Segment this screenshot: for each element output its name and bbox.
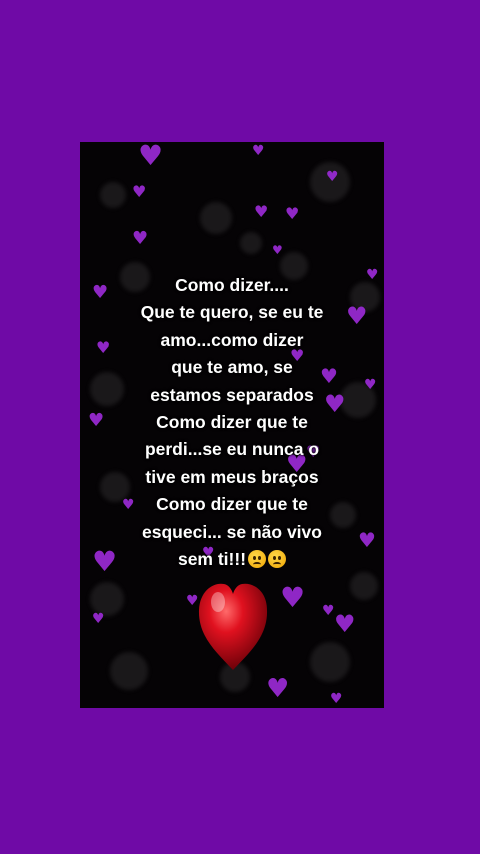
bokeh-light [200,202,232,234]
poem-line: que te amo, se [171,357,293,378]
poem-line: Como dizer que te [156,412,308,433]
small-heart-icon: ♥ [322,603,335,619]
small-heart-icon: ♥ [132,228,149,249]
poem-line: amo...como dizer [160,329,304,350]
small-heart-icon: ♥ [132,182,147,201]
video-frame: ♥ ♥ ♥ ♥ ♥ ♥ ♥ ♥ ♥ ♥ ♥ ♥ ♥ ♥ ♥ ♥ ♥ ♥ ♥ ♥ … [80,142,384,708]
poem-line: Como dizer que te [156,494,308,515]
poem-line: tive em meus braços [145,466,319,487]
bokeh-light [100,182,126,208]
poem-line: esqueci... se não vivo [142,521,322,542]
bokeh-light [110,652,148,690]
poem-line: perdi...se eu nunca o [144,439,320,460]
poem-line: estamos separados [150,384,314,405]
small-heart-icon: ♥ [272,243,283,257]
small-heart-icon: ♥ [280,581,306,614]
page-background: ♥ ♥ ♥ ♥ ♥ ♥ ♥ ♥ ♥ ♥ ♥ ♥ ♥ ♥ ♥ ♥ ♥ ♥ ♥ ♥ … [0,0,480,854]
poem-line-last: sem ti!!! [80,546,384,573]
frowning-face-icon [248,550,267,569]
small-heart-icon: ♥ [285,204,300,223]
small-heart-icon: ♥ [252,143,265,159]
small-heart-icon: ♥ [334,610,356,638]
crying-face-icon [268,550,287,569]
small-heart-icon: ♥ [330,691,343,707]
small-heart-icon: ♥ [138,142,164,172]
poem-text: Como dizer.... Que te quero, se eu te am… [80,272,384,573]
poem-line: Que te quero, se eu te [140,302,324,323]
poem-line: Como dizer.... [175,275,289,295]
bokeh-light [240,232,262,254]
bokeh-light [310,642,350,682]
small-heart-icon: ♥ [92,611,105,627]
small-heart-icon: ♥ [266,674,290,704]
poem-line: sem ti!!! [177,549,247,570]
small-heart-icon: ♥ [254,202,269,221]
big-red-heart-icon [198,583,268,670]
bokeh-light [350,572,378,600]
small-heart-icon: ♥ [326,169,339,185]
